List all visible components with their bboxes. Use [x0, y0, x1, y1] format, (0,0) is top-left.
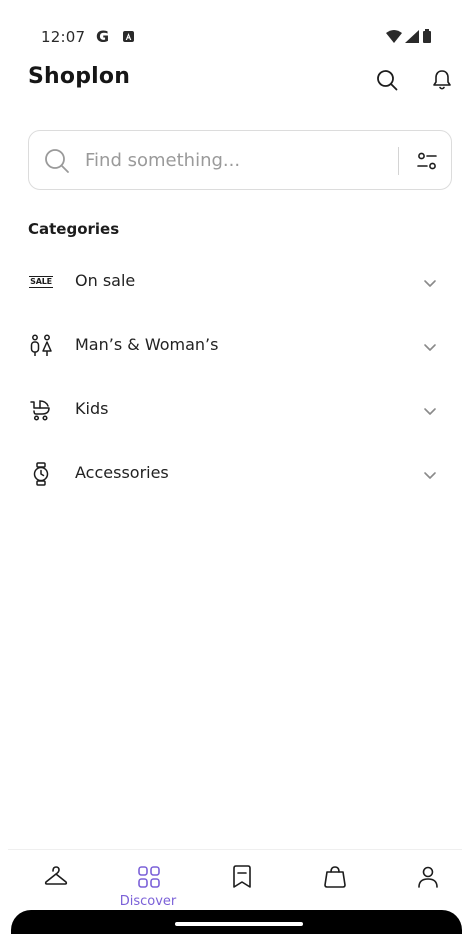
nav-item-bookmarks[interactable]	[211, 858, 271, 908]
bell-icon	[433, 70, 451, 90]
category-item-kids[interactable]: Kids	[0, 378, 462, 442]
stroller-icon	[28, 398, 54, 422]
signal-icon	[405, 29, 419, 43]
filter-icon	[417, 152, 437, 170]
profile-icon	[418, 866, 438, 888]
category-label: On sale	[75, 271, 136, 290]
header-search-button[interactable]	[373, 66, 401, 94]
category-label: Man’s & Woman’s	[75, 335, 219, 354]
google-icon: G	[96, 27, 110, 46]
bottom-navigation: Discover	[8, 849, 462, 910]
category-label: Kids	[75, 399, 109, 418]
wifi-icon	[386, 29, 402, 43]
category-item-accessories[interactable]: Accessories	[0, 442, 462, 506]
watch-icon	[28, 462, 54, 486]
nav-item-cart[interactable]	[304, 858, 364, 908]
filter-button[interactable]	[411, 145, 443, 177]
search-icon	[377, 70, 398, 91]
chevron-down-icon	[424, 344, 436, 351]
categories-title: Categories	[28, 220, 120, 238]
category-item-on-sale[interactable]: SALE On sale	[0, 250, 462, 314]
chevron-down-icon	[424, 408, 436, 415]
grid-icon	[138, 866, 160, 888]
search-input[interactable]	[85, 143, 385, 177]
notifications-button[interactable]	[428, 66, 456, 94]
category-label: Accessories	[75, 463, 169, 482]
man-woman-icon	[28, 334, 54, 358]
nav-item-profile[interactable]	[397, 858, 457, 908]
hanger-icon	[44, 866, 68, 885]
nav-item-shop[interactable]	[25, 858, 85, 908]
category-item-man-woman[interactable]: Man’s & Woman’s	[0, 314, 462, 378]
bookmark-icon	[233, 865, 251, 888]
sale-icon-text: SALE	[29, 276, 53, 288]
status-time: 12:07	[41, 28, 86, 46]
app-title: Shoplon	[28, 64, 131, 89]
notification-a-icon	[123, 31, 134, 42]
status-icons	[386, 29, 432, 43]
home-gesture-handle[interactable]	[175, 922, 303, 926]
gesture-navigation-bar	[11, 910, 462, 934]
sale-tag-icon: SALE	[28, 270, 54, 294]
chevron-down-icon	[424, 280, 436, 287]
search-bar	[28, 130, 452, 190]
search-divider	[398, 147, 399, 175]
chevron-down-icon	[424, 472, 436, 479]
nav-label-discover: Discover	[119, 894, 177, 909]
shopping-bag-icon	[324, 866, 346, 888]
nav-item-discover[interactable]: Discover	[118, 858, 178, 909]
search-icon	[45, 149, 69, 173]
battery-icon	[423, 29, 431, 43]
